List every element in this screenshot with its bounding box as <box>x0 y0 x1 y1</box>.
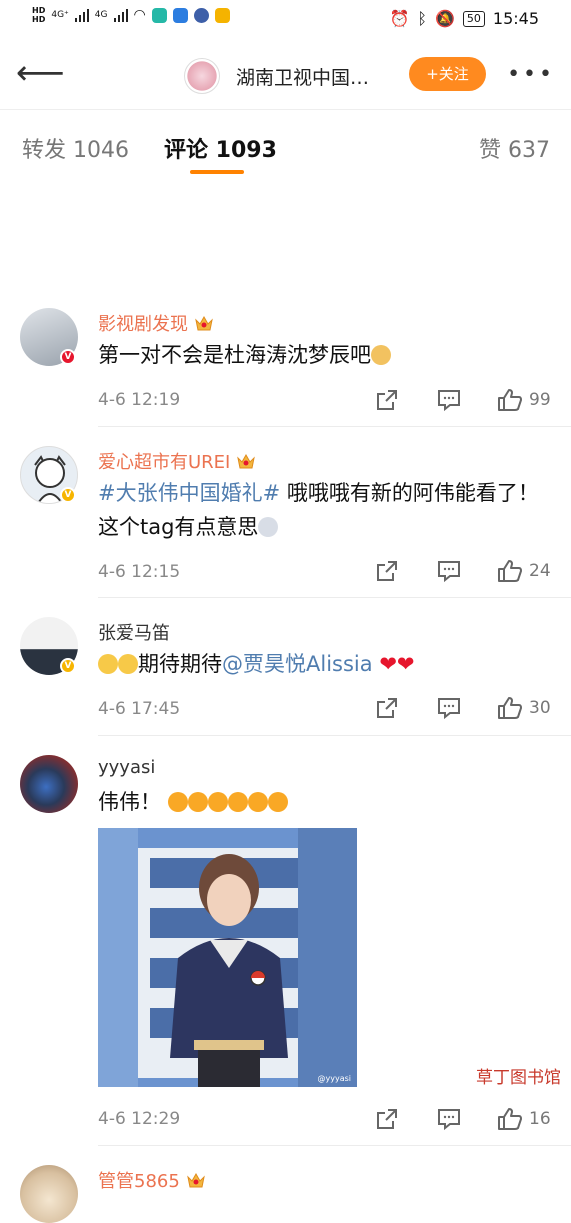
kiss-emoji-icon <box>268 792 288 812</box>
signal-icon-2 <box>114 8 128 22</box>
mention-link[interactable]: @贾昊悦Alissia <box>222 652 373 676</box>
status-bar: HDHD 4G⁺ 4G ◠ ⏰ ᛒ 🔕 50 15:45 <box>0 0 571 40</box>
active-tab-indicator <box>190 170 244 174</box>
kiss-emoji-icon <box>168 792 188 812</box>
app-notification-icon <box>173 8 188 23</box>
like-button[interactable]: 24 <box>497 559 551 583</box>
comment-photo[interactable]: @yyyasi <box>98 828 357 1087</box>
wifi-icon: ◠ <box>134 7 146 23</box>
comment-text: 期待期待@贾昊悦Alissia ❤❤ <box>98 647 548 681</box>
divider <box>98 735 571 736</box>
kiss-emoji-icon <box>188 792 208 812</box>
like-button[interactable]: 30 <box>497 696 551 720</box>
verified-badge-icon: V <box>60 349 76 365</box>
avatar[interactable] <box>20 755 78 813</box>
page-title[interactable]: 湖南卫视中国… <box>236 63 369 90</box>
repost-icon[interactable] <box>375 388 437 412</box>
comment-time: 4-6 12:15 <box>98 562 180 582</box>
site-watermark: 草丁图书馆 <box>476 1063 561 1088</box>
kiss-emoji-icon <box>228 792 248 812</box>
channel-avatar[interactable] <box>184 58 220 94</box>
follow-button[interactable]: +关注 <box>409 57 486 91</box>
network-type-1: 4G⁺ <box>51 10 68 20</box>
hd-indicator: HDHD <box>32 6 45 24</box>
comment-time: 4-6 12:29 <box>98 1109 180 1129</box>
divider <box>98 1145 571 1146</box>
like-count: 30 <box>529 698 551 718</box>
comment-username[interactable]: yyyasi <box>98 757 155 778</box>
comment-icon[interactable] <box>437 559 497 583</box>
comment-actions: 24 <box>375 558 555 584</box>
comment-time: 4-6 12:19 <box>98 390 180 410</box>
divider <box>98 426 571 427</box>
comment-text: 伟伟！ <box>98 785 548 819</box>
like-count: 16 <box>529 1109 551 1129</box>
kiss-emoji-icon <box>248 792 268 812</box>
comment-username[interactable]: 张爱马笛 <box>98 619 170 645</box>
repost-icon[interactable] <box>375 696 437 720</box>
shocked-emoji-icon <box>258 517 278 537</box>
comment-text: #大张伟中国婚礼# 哦哦哦有新的阿伟能看了！这个tag有点意思 <box>98 476 548 544</box>
verified-badge-icon: V <box>60 658 76 674</box>
more-options-icon[interactable]: ••• <box>507 62 555 87</box>
comment-icon[interactable] <box>437 388 497 412</box>
music-icon <box>194 8 209 23</box>
heart-icon: ❤❤ <box>379 652 414 676</box>
back-arrow-icon[interactable]: ⟵ <box>16 56 56 92</box>
alarm-icon: ⏰ <box>389 9 409 28</box>
clock: 15:45 <box>493 9 539 28</box>
comment-actions: 16 <box>375 1106 555 1132</box>
crown-icon <box>236 452 256 470</box>
like-count: 99 <box>529 390 551 410</box>
comment-text: 第一对不会是杜海涛沈梦辰吧 <box>98 338 548 372</box>
tab-comments[interactable]: 评论 1093 <box>164 132 277 164</box>
crown-icon <box>186 1171 206 1189</box>
app-notification-icon <box>215 8 230 23</box>
like-count: 24 <box>529 561 551 581</box>
emoji-icon <box>118 654 138 674</box>
divider <box>98 597 571 598</box>
like-button[interactable]: 99 <box>497 388 551 412</box>
hashtag-link[interactable]: #大张伟中国婚礼# <box>98 481 280 505</box>
comment-time: 4-6 17:45 <box>98 699 180 719</box>
comment-username[interactable]: 爱心超市有UREI <box>98 448 256 474</box>
comment-username[interactable]: 影视剧发现 <box>98 310 214 336</box>
photo-watermark: @yyyasi <box>318 1074 352 1083</box>
mute-icon: 🔕 <box>435 9 455 28</box>
like-button[interactable]: 16 <box>497 1107 551 1131</box>
comment-actions: 99 <box>375 387 555 413</box>
app-notification-icon <box>152 8 167 23</box>
battery-icon: 50 <box>463 11 485 27</box>
verified-badge-icon: V <box>60 487 76 503</box>
doge-emoji-icon <box>371 345 391 365</box>
tab-likes[interactable]: 赞 637 <box>479 132 550 164</box>
comment-icon[interactable] <box>437 1107 497 1131</box>
repost-icon[interactable] <box>375 1107 437 1131</box>
crown-icon <box>194 314 214 332</box>
tab-reposts[interactable]: 转发 1046 <box>22 132 129 164</box>
emoji-icon <box>98 654 118 674</box>
comment-username[interactable]: 管管5865 <box>98 1167 206 1193</box>
repost-icon[interactable] <box>375 559 437 583</box>
bluetooth-icon: ᛒ <box>417 9 427 28</box>
signal-icon <box>75 8 89 22</box>
comment-actions: 30 <box>375 695 555 721</box>
comment-icon[interactable] <box>437 696 497 720</box>
avatar[interactable] <box>20 1165 78 1223</box>
kiss-emoji-icon <box>208 792 228 812</box>
network-type-2: 4G <box>95 10 108 20</box>
